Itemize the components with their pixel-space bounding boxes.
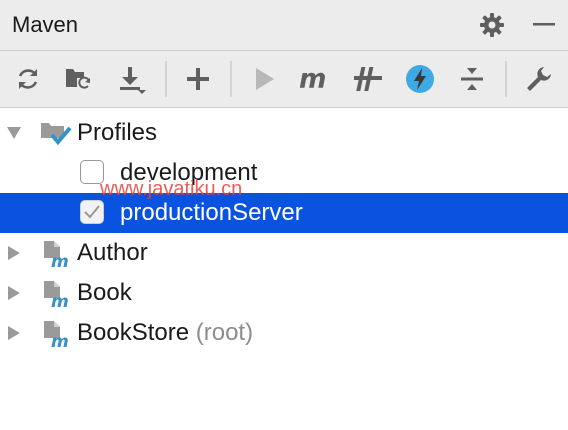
- svg-text:m: m: [51, 292, 69, 308]
- collapsed-arrow-icon[interactable]: [6, 325, 22, 341]
- root-tag: (root): [195, 319, 254, 346]
- tree-node-book[interactable]: m Book: [0, 273, 568, 313]
- profile-item-productionserver[interactable]: productionServer: [0, 193, 568, 233]
- gear-icon[interactable]: [478, 11, 506, 39]
- toolbar-divider: [0, 107, 568, 108]
- maven-module-icon: m: [42, 318, 72, 352]
- maven-module-icon: m: [42, 278, 72, 312]
- lightning-icon[interactable]: [404, 63, 436, 95]
- expanded-arrow-icon[interactable]: [6, 125, 22, 141]
- tree-node-profiles[interactable]: Profiles: [0, 113, 568, 153]
- module-label: Author: [77, 239, 148, 266]
- tree-node-bookstore[interactable]: m BookStore (root): [0, 313, 568, 353]
- collapse-icon[interactable]: [456, 63, 488, 95]
- toolbar-separator: [230, 61, 232, 97]
- development-checkbox[interactable]: [80, 160, 104, 184]
- svg-text:m: m: [299, 64, 326, 94]
- profiles-label: Profiles: [77, 119, 158, 146]
- module-name: BookStore: [77, 319, 190, 346]
- minimize-icon[interactable]: [532, 12, 556, 36]
- productionserver-checkbox[interactable]: [80, 200, 104, 224]
- run-icon[interactable]: [248, 63, 280, 95]
- toolbar-separator: [165, 61, 167, 97]
- wrench-icon[interactable]: [523, 63, 555, 95]
- tree-node-author[interactable]: m Author: [0, 233, 568, 273]
- module-label: Book: [77, 279, 132, 306]
- maven-tool-window: Maven m Profiles development productionS…: [0, 0, 568, 430]
- refresh-icon[interactable]: [12, 63, 44, 95]
- toolbar-separator: [505, 61, 507, 97]
- svg-text:m: m: [51, 332, 69, 348]
- collapsed-arrow-icon[interactable]: [6, 285, 22, 301]
- folder-refresh-icon[interactable]: [62, 63, 94, 95]
- profile-label: productionServer: [120, 199, 303, 226]
- title-bar: Maven: [0, 0, 568, 50]
- maven-m-icon[interactable]: m: [298, 63, 330, 95]
- profiles-folder-icon: [40, 118, 72, 148]
- window-title: Maven: [12, 12, 79, 37]
- offline-toggle-icon[interactable]: [352, 63, 384, 95]
- maven-module-icon: m: [42, 238, 72, 272]
- collapsed-arrow-icon[interactable]: [6, 245, 22, 261]
- toolbar: m: [0, 51, 568, 107]
- module-label: BookStore (root): [77, 319, 253, 347]
- svg-text:m: m: [51, 252, 69, 268]
- profile-label: development: [120, 159, 258, 186]
- plus-icon[interactable]: [182, 63, 214, 95]
- profile-item-development[interactable]: development: [0, 153, 568, 193]
- download-icon[interactable]: [115, 63, 147, 95]
